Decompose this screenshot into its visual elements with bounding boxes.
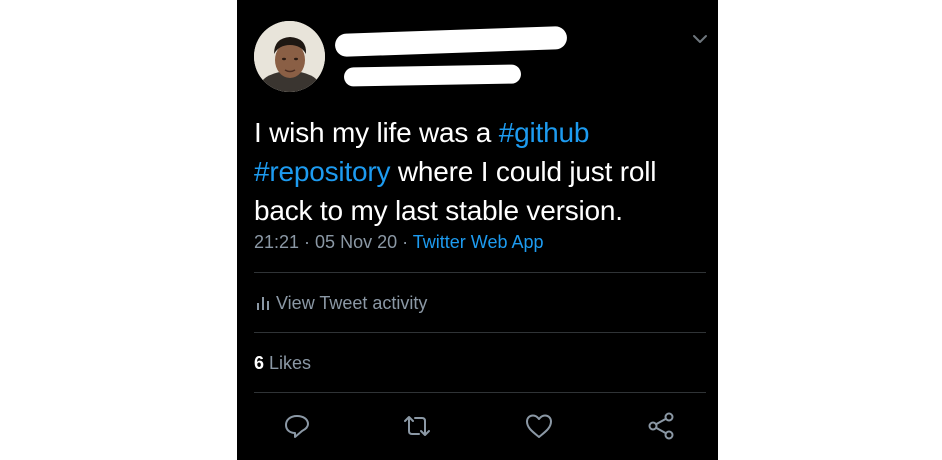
- reply-button[interactable]: [281, 410, 313, 442]
- likes-label: Likes: [269, 353, 312, 373]
- divider: [254, 392, 706, 393]
- chevron-down-icon[interactable]: [691, 32, 709, 46]
- avatar-photo: [254, 21, 325, 92]
- divider: [254, 332, 706, 333]
- tweet-meta: 21:21 · 05 Nov 20 · Twitter Web App: [254, 232, 544, 253]
- heart-icon: [526, 414, 552, 438]
- meta-separator: ·: [397, 232, 413, 252]
- avatar[interactable]: [254, 21, 325, 92]
- retweet-icon: [404, 416, 430, 436]
- tweet-card: I wish my life was a #github #repository…: [237, 0, 718, 460]
- bar-chart-icon: [257, 297, 269, 310]
- retweet-button[interactable]: [401, 410, 433, 442]
- share-button[interactable]: [645, 410, 677, 442]
- redacted-username: [343, 64, 522, 87]
- likes-count: 6: [254, 353, 265, 373]
- reply-icon: [285, 415, 309, 438]
- likes-link[interactable]: 6 Likes: [254, 353, 311, 374]
- divider: [254, 272, 706, 273]
- tweet-date[interactable]: 05 Nov 20: [315, 232, 397, 252]
- hashtag-repository-link[interactable]: #repository: [254, 156, 391, 187]
- tweet-time[interactable]: 21:21: [254, 232, 299, 252]
- like-button[interactable]: [523, 410, 555, 442]
- tweet-text-part: I wish my life was a: [254, 117, 499, 148]
- activity-label: View Tweet activity: [276, 293, 428, 313]
- share-icon: [648, 412, 674, 440]
- meta-separator: ·: [299, 232, 316, 252]
- tweet-text: I wish my life was a #github #repository…: [254, 113, 709, 230]
- view-tweet-activity-link[interactable]: View Tweet activity: [256, 293, 427, 314]
- hashtag-github-link[interactable]: #github: [499, 117, 590, 148]
- tweet-source-link[interactable]: Twitter Web App: [413, 232, 544, 252]
- redacted-display-name: [334, 25, 568, 58]
